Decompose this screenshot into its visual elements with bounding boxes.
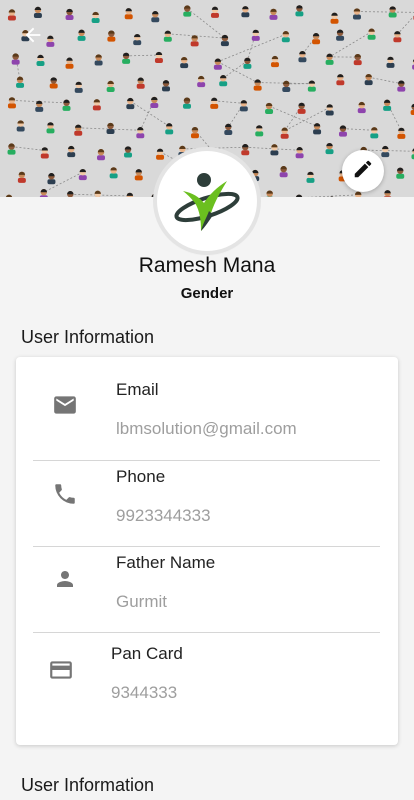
phone-label: Phone [116,467,166,486]
phone-icon [50,479,80,509]
user-information-card: Email lbmsolution@gmail.com Phone 992334… [16,357,398,745]
mail-icon [50,390,80,420]
father-name-value: Gurmit [116,592,167,611]
back-button[interactable] [16,20,50,54]
profile-gender: Gender [180,285,234,302]
avatar[interactable] [157,151,257,251]
section-title-user-information: User Information [21,327,155,347]
pan-card-value: 9344333 [111,683,178,702]
email-value: lbmsolution@gmail.com [116,419,297,438]
divider [33,460,380,461]
credit-card-icon [46,655,76,685]
arrow-left-icon [22,24,44,51]
father-name-label: Father Name [116,553,216,572]
pencil-icon [352,158,374,185]
divider [33,632,380,633]
edit-profile-button[interactable] [342,150,384,192]
pan-card-label: Pan Card [111,644,183,663]
section-title-user-information-2: User Information [21,775,155,795]
divider [33,546,380,547]
person-icon [50,564,80,594]
email-label: Email [116,380,159,399]
company-logo-icon [174,173,240,231]
phone-value: 9923344333 [116,506,211,525]
profile-name: Ramesh Mana [138,254,276,277]
